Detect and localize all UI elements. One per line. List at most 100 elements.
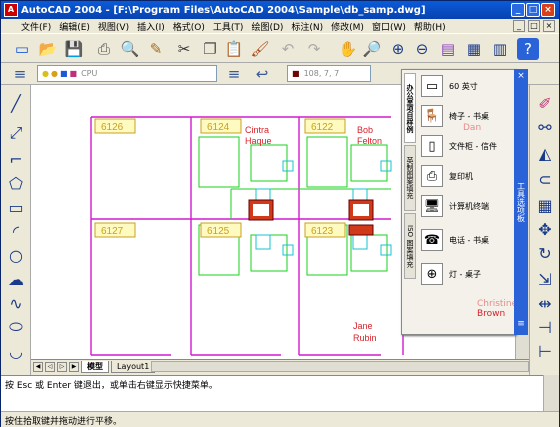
- zoom-window-icon[interactable]: ⊕: [387, 38, 409, 60]
- menu-bar: 文件(F) 编辑(E) 视图(V) 插入(I) 格式(O) 工具(T) 绘图(D…: [1, 19, 559, 33]
- layer-dropdown[interactable]: ● ● ■ ■ CPU: [37, 65, 217, 82]
- pan-realtime-icon[interactable]: ✋: [337, 38, 359, 60]
- tab-model[interactable]: 模型: [81, 360, 109, 373]
- menu-insert[interactable]: 插入(I): [137, 20, 165, 33]
- trim-icon[interactable]: ⊣: [533, 315, 557, 339]
- standard-toolbar: ▭ 📂 💾 ⎙ 🔍 ✎ ✂ ❐ 📋 🖌 ↶ ↷ ✋ 🔎 ⊕ ⊖ ▤ ▦ ▥ ?: [1, 33, 559, 63]
- maximize-button[interactable]: □: [526, 3, 540, 17]
- palette-tab-office[interactable]: 办公室项目样例: [404, 73, 416, 143]
- make-current-icon[interactable]: ≡: [223, 63, 245, 85]
- minimize-button[interactable]: _: [511, 3, 525, 17]
- menu-view[interactable]: 视图(V): [98, 20, 129, 33]
- menu-draw[interactable]: 绘图(D): [251, 20, 283, 33]
- rotate-icon[interactable]: ↻: [533, 241, 557, 265]
- extend-icon[interactable]: ⊢: [533, 339, 557, 363]
- palette-item[interactable]: ⊕ 灯 - 桌子: [421, 257, 511, 291]
- undo-icon[interactable]: ↶: [277, 38, 299, 60]
- doc-minimize-button[interactable]: _: [513, 20, 525, 32]
- palette-tab-imperial-hatch[interactable]: 英制图案填充: [404, 145, 416, 211]
- color-dropdown[interactable]: ■ 108, 7, 7: [287, 65, 371, 82]
- polygon-icon[interactable]: ⬠: [4, 171, 28, 195]
- palette-title-bar[interactable]: 工具选项板: [514, 69, 528, 335]
- menu-format[interactable]: 格式(O): [173, 20, 205, 33]
- menu-tools[interactable]: 工具(T): [213, 20, 244, 33]
- ellipse-icon[interactable]: ⬭: [4, 315, 28, 339]
- layer-manager-icon[interactable]: ≡: [9, 63, 31, 85]
- open-icon[interactable]: 📂: [37, 38, 59, 60]
- doc-close-button[interactable]: ×: [543, 20, 555, 32]
- design-center-icon[interactable]: ▦: [463, 38, 485, 60]
- new-icon[interactable]: ▭: [11, 38, 33, 60]
- publish-icon[interactable]: ✎: [145, 38, 167, 60]
- palette-item[interactable]: ▯ 文件柜 - 信件: [421, 129, 511, 163]
- menu-edit[interactable]: 编辑(E): [59, 20, 90, 33]
- command-window[interactable]: 按 Esc 或 Enter 键退出，或单击右键显示快捷菜单。: [1, 375, 559, 411]
- lamp-icon: ⊕: [421, 263, 443, 285]
- first-tab-button[interactable]: ◀: [33, 361, 43, 372]
- revision-cloud-icon[interactable]: ☁: [4, 267, 28, 291]
- save-icon[interactable]: 💾: [63, 38, 85, 60]
- palette-close-icon[interactable]: ×: [514, 71, 528, 83]
- stretch-icon[interactable]: ⇹: [533, 291, 557, 315]
- menu-modify[interactable]: 修改(M): [331, 20, 364, 33]
- room-label: 6124: [207, 122, 230, 133]
- erase-icon[interactable]: ✐: [533, 91, 557, 115]
- preview-icon[interactable]: 🔍: [119, 38, 141, 60]
- palette-item[interactable]: 🖥 计算机终端: [421, 189, 511, 223]
- mirror-icon[interactable]: ◭: [533, 141, 557, 165]
- palette-item[interactable]: ⎙ 复印机: [421, 159, 511, 193]
- arc-icon[interactable]: ◜: [4, 219, 28, 243]
- prev-tab-button[interactable]: ◁: [45, 361, 55, 372]
- command-history-line: 按 Esc 或 Enter 键退出，或单击右键显示快捷菜单。: [5, 381, 218, 391]
- tool-palettes-icon[interactable]: ▥: [489, 38, 511, 60]
- menu-help[interactable]: 帮助(H): [414, 20, 446, 33]
- zoom-realtime-icon[interactable]: 🔎: [361, 38, 383, 60]
- palette-properties-icon[interactable]: ≡: [514, 319, 528, 331]
- palette-item-label: 复印机: [449, 171, 473, 181]
- menu-dimension[interactable]: 标注(N): [291, 20, 323, 33]
- array-icon[interactable]: ▦: [533, 193, 557, 217]
- ellipse-arc-icon[interactable]: ◡: [4, 339, 28, 363]
- polyline-icon[interactable]: ⌐: [4, 147, 28, 171]
- palette-item-label: 60 英寸: [449, 81, 478, 91]
- doc-restore-button[interactable]: □: [528, 20, 540, 32]
- construction-line-icon[interactable]: ⤢: [4, 121, 28, 145]
- move-icon[interactable]: ✥: [533, 217, 557, 241]
- palette-item[interactable]: ▭ 60 英寸: [421, 69, 511, 103]
- window-title: AutoCAD 2004 - [F:\Program Files\AutoCAD…: [21, 4, 426, 16]
- sun-icon: ●: [50, 69, 58, 78]
- cut-icon[interactable]: ✂: [173, 38, 195, 60]
- redo-icon[interactable]: ↷: [303, 38, 325, 60]
- palette-item[interactable]: ☎ 电话 - 书桌: [421, 223, 511, 257]
- close-button[interactable]: ×: [541, 3, 555, 17]
- status-text: 按住拾取键并拖动进行平移。: [5, 417, 123, 427]
- command-scrollbar[interactable]: [543, 375, 559, 411]
- match-properties-icon[interactable]: 🖌: [249, 38, 271, 60]
- properties-icon[interactable]: ▤: [437, 38, 459, 60]
- horizontal-scrollbar[interactable]: [151, 361, 529, 372]
- tab-layout1[interactable]: Layout1: [111, 360, 156, 373]
- line-icon[interactable]: ╱: [4, 91, 28, 115]
- help-icon[interactable]: ?: [517, 38, 539, 60]
- palette-tab-iso-hatch[interactable]: ISO 图案填充: [404, 213, 416, 279]
- scale-icon[interactable]: ⇲: [533, 267, 557, 291]
- zoom-previous-icon[interactable]: ⊖: [411, 38, 433, 60]
- copy-object-icon[interactable]: ⚯: [533, 115, 557, 139]
- menu-file[interactable]: 文件(F): [21, 20, 51, 33]
- person-first-name: Bob: [357, 125, 373, 135]
- chair-icon: 🪑: [421, 105, 443, 127]
- print-icon[interactable]: ⎙: [93, 38, 115, 60]
- person-first-name: Dan: [463, 123, 482, 133]
- circle-icon[interactable]: ○: [4, 243, 28, 267]
- color-swatch: ■: [292, 69, 300, 78]
- spline-icon[interactable]: ∿: [4, 291, 28, 315]
- last-tab-button[interactable]: ▶: [69, 361, 79, 372]
- layer-previous-icon[interactable]: ↩: [251, 63, 273, 85]
- next-tab-button[interactable]: ▷: [57, 361, 67, 372]
- paste-icon[interactable]: 📋: [223, 38, 245, 60]
- app-icon[interactable]: A: [4, 3, 18, 17]
- copy-icon[interactable]: ❐: [199, 38, 221, 60]
- rectangle-icon[interactable]: ▭: [4, 195, 28, 219]
- offset-icon[interactable]: ⊂: [533, 167, 557, 191]
- menu-window[interactable]: 窗口(W): [372, 20, 406, 33]
